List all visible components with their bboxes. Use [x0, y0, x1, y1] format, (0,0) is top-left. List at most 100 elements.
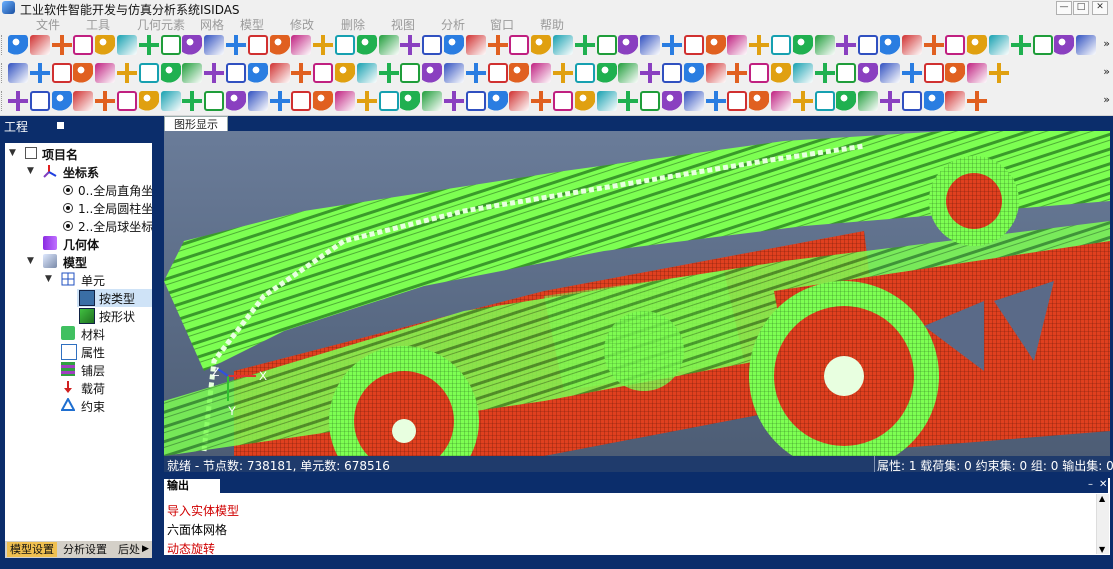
- toolbar-tool-icon[interactable]: [814, 91, 835, 111]
- toolbar-tool-icon[interactable]: [291, 91, 312, 111]
- tree-item-element[interactable]: ▼ 单元: [5, 271, 152, 289]
- toolbar-tool-icon[interactable]: [422, 35, 443, 55]
- toolbar-tool-icon[interactable]: [771, 63, 791, 83]
- toolbar-tool-icon[interactable]: [574, 63, 595, 83]
- toolbar-tool-icon[interactable]: [967, 91, 988, 111]
- toolbar-tool-icon[interactable]: [313, 35, 334, 55]
- toolbar-tool-icon[interactable]: [335, 91, 355, 111]
- toolbar-tool-icon[interactable]: [901, 63, 922, 83]
- toolbar-tool-icon[interactable]: [400, 63, 421, 83]
- toolbar-grip[interactable]: [1, 63, 5, 83]
- collapse-chevron-icon[interactable]: ▼: [45, 274, 52, 284]
- toolbar-tool-icon[interactable]: [378, 63, 399, 83]
- tab-analysis-settings[interactable]: 分析设置: [60, 542, 110, 557]
- toolbar-tool-icon[interactable]: [901, 91, 922, 111]
- toolbar-tool-icon[interactable]: [204, 35, 225, 55]
- toolbar-tool-icon[interactable]: [356, 63, 377, 83]
- toolbar-tool-icon[interactable]: [138, 91, 159, 111]
- toolbar-tool-icon[interactable]: [8, 35, 28, 55]
- toolbar-tool-icon[interactable]: [923, 91, 944, 111]
- toolbar-tool-icon[interactable]: [618, 91, 639, 111]
- maximize-button[interactable]: □: [1073, 1, 1089, 15]
- toolbar-tool-icon[interactable]: [465, 35, 486, 55]
- toolbar-tool-icon[interactable]: [444, 35, 464, 55]
- toolbar-tool-icon[interactable]: [160, 35, 181, 55]
- toolbar-tool-icon[interactable]: [313, 63, 334, 83]
- toolbar-tool-icon[interactable]: [553, 35, 573, 55]
- toolbar-tool-icon[interactable]: [73, 63, 94, 83]
- toolbar-tool-icon[interactable]: [313, 91, 334, 111]
- toolbar-tool-icon[interactable]: [814, 35, 835, 55]
- tab-output[interactable]: 输出: [164, 479, 220, 493]
- toolbar-tool-icon[interactable]: [771, 35, 791, 55]
- toolbar-tool-icon[interactable]: [117, 35, 137, 55]
- toolbar-tool-icon[interactable]: [182, 35, 203, 55]
- toolbar-tool-icon[interactable]: [596, 63, 617, 83]
- toolbar-tool-icon[interactable]: [640, 35, 661, 55]
- toolbar-tool-icon[interactable]: [553, 63, 573, 83]
- toolbar-tool-icon[interactable]: [553, 91, 573, 111]
- toolbar-tool-icon[interactable]: [749, 35, 770, 55]
- toolbar-overflow-button[interactable]: »: [1103, 93, 1110, 106]
- toolbar-tool-icon[interactable]: [1076, 35, 1097, 55]
- toolbar-tool-icon[interactable]: [29, 91, 50, 111]
- toolbar-tool-icon[interactable]: [945, 35, 966, 55]
- toolbar-tool-icon[interactable]: [117, 91, 137, 111]
- toolbar-overflow-button[interactable]: »: [1103, 37, 1110, 50]
- toolbar-overflow-button[interactable]: »: [1103, 65, 1110, 78]
- toolbar-tool-icon[interactable]: [792, 63, 813, 83]
- toolbar-tool-icon[interactable]: [204, 63, 225, 83]
- toolbar-tool-icon[interactable]: [836, 63, 857, 83]
- toolbar-tool-icon[interactable]: [51, 91, 72, 111]
- tree-item-by-type[interactable]: 按类型: [77, 289, 152, 307]
- toolbar-tool-icon[interactable]: [967, 63, 988, 83]
- tree-item-coord-1[interactable]: 1..全局圆柱坐: [5, 199, 152, 217]
- toolbar-tool-icon[interactable]: [247, 35, 268, 55]
- toolbar-tool-icon[interactable]: [487, 91, 508, 111]
- tree-item-coord-sys[interactable]: ▼ 坐标系: [5, 163, 152, 181]
- toolbar-tool-icon[interactable]: [422, 91, 443, 111]
- toolbar-tool-icon[interactable]: [95, 91, 116, 111]
- toolbar-tool-icon[interactable]: [683, 35, 704, 55]
- toolbar-grip[interactable]: [1, 35, 5, 55]
- toolbar-tool-icon[interactable]: [138, 63, 159, 83]
- toolbar-tool-icon[interactable]: [596, 91, 617, 111]
- toolbar-tool-icon[interactable]: [247, 91, 268, 111]
- toolbar-tool-icon[interactable]: [509, 91, 530, 111]
- toolbar-tool-icon[interactable]: [880, 63, 900, 83]
- toolbar-tool-icon[interactable]: [8, 63, 28, 83]
- tree-item-coord-0[interactable]: 0..全局直角坐: [5, 181, 152, 199]
- toolbar-tool-icon[interactable]: [640, 91, 661, 111]
- tree-item-geometry[interactable]: 几何体: [5, 235, 152, 253]
- toolbar-tool-icon[interactable]: [8, 91, 28, 111]
- toolbar-tool-icon[interactable]: [378, 35, 399, 55]
- minimize-button[interactable]: —: [1056, 1, 1072, 15]
- toolbar-tool-icon[interactable]: [29, 63, 50, 83]
- toolbar-tool-icon[interactable]: [487, 35, 508, 55]
- toolbar-tool-icon[interactable]: [356, 91, 377, 111]
- toolbar-tool-icon[interactable]: [335, 35, 355, 55]
- toolbar-tool-icon[interactable]: [509, 63, 530, 83]
- toolbar-tool-icon[interactable]: [182, 91, 203, 111]
- toolbar-tool-icon[interactable]: [880, 91, 900, 111]
- toolbar-tool-icon[interactable]: [901, 35, 922, 55]
- toolbar-tool-icon[interactable]: [792, 91, 813, 111]
- toolbar-tool-icon[interactable]: [858, 35, 879, 55]
- toolbar-tool-icon[interactable]: [269, 91, 290, 111]
- tree-item-constraint[interactable]: 约束: [5, 397, 152, 415]
- toolbar-tool-icon[interactable]: [73, 91, 94, 111]
- toolbar-tool-icon[interactable]: [95, 35, 116, 55]
- toolbar-tool-icon[interactable]: [662, 91, 682, 111]
- toolbar-tool-icon[interactable]: [160, 91, 181, 111]
- toolbar-tool-icon[interactable]: [247, 63, 268, 83]
- output-minimize-icon[interactable]: –: [1088, 479, 1093, 490]
- toolbar-tool-icon[interactable]: [618, 63, 639, 83]
- tree-item-coord-2[interactable]: 2..全局球坐标: [5, 217, 152, 235]
- toolbar-tool-icon[interactable]: [291, 63, 312, 83]
- toolbar-tool-icon[interactable]: [1010, 35, 1031, 55]
- close-button[interactable]: ✕: [1092, 1, 1108, 15]
- pin-icon[interactable]: [57, 122, 64, 129]
- toolbar-tool-icon[interactable]: [705, 35, 726, 55]
- toolbar-tool-icon[interactable]: [531, 35, 552, 55]
- toolbar-tool-icon[interactable]: [422, 63, 443, 83]
